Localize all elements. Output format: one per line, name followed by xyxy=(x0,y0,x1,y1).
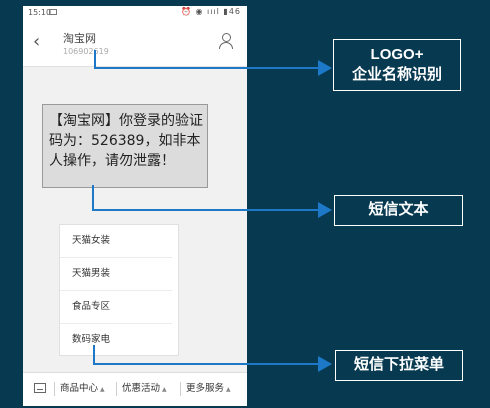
text-arrow xyxy=(92,185,332,218)
menu-arrow xyxy=(93,345,332,372)
text-annotation-label: 短信文本 xyxy=(334,195,463,226)
logo-annotation-label: LOGO+ 企业名称识别 xyxy=(333,39,461,91)
logo-label-line1: LOGO+ xyxy=(370,46,424,63)
logo-arrow xyxy=(94,50,332,76)
logo-label-line2: 企业名称识别 xyxy=(351,66,442,83)
menu-annotation-label: 短信下拉菜单 xyxy=(335,350,463,381)
